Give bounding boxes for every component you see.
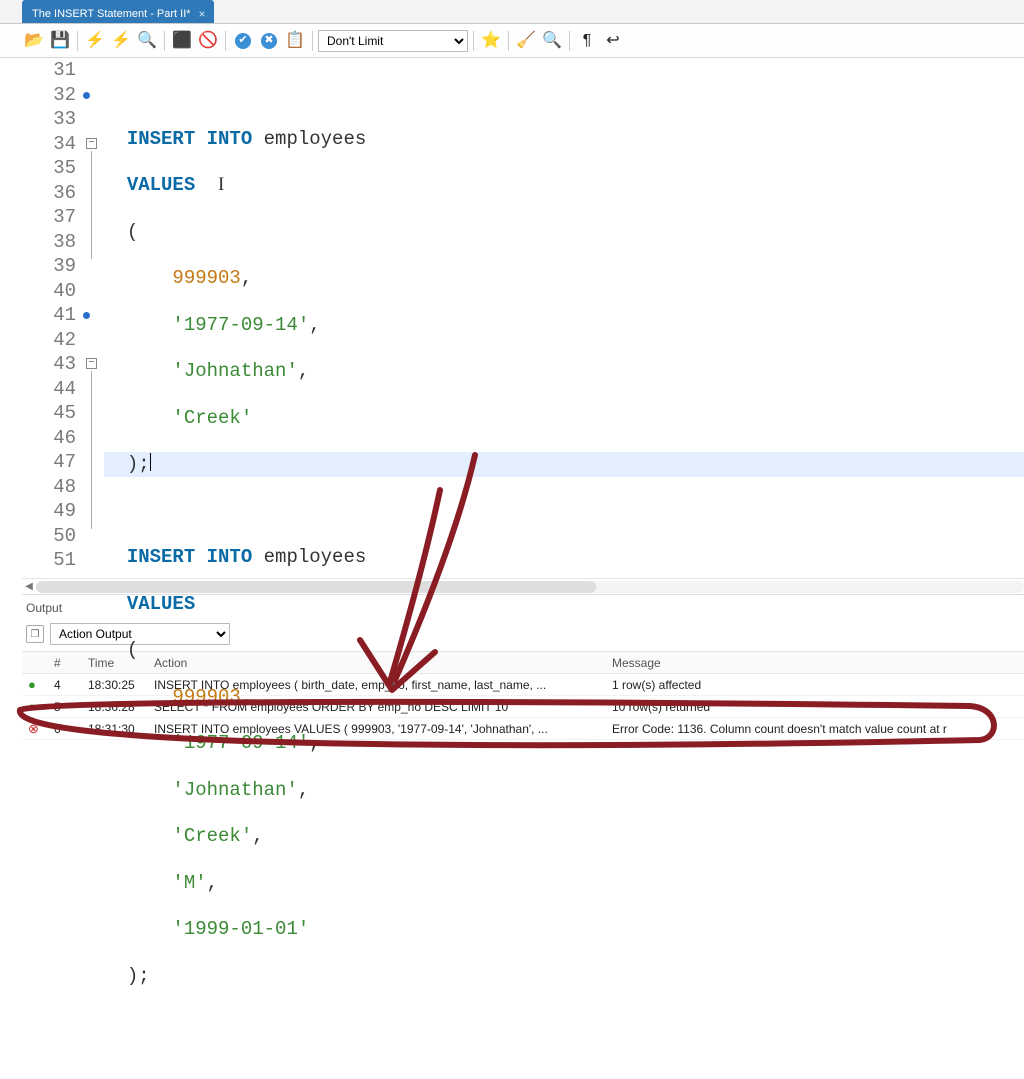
limit-select[interactable]: Don't Limit (318, 30, 468, 52)
line-number: 43 (22, 352, 76, 377)
line-number: 31 (22, 58, 76, 83)
save-button[interactable]: 💾 (48, 29, 72, 53)
folder-icon: 📂 (24, 33, 44, 49)
brush-icon: 🧹 (516, 33, 536, 49)
code-area[interactable]: INSERT INTO employees VALUES I ( 999903,… (104, 58, 1024, 578)
rollback-button[interactable]: ✖ (257, 29, 281, 53)
status-ok-icon: ● (22, 677, 48, 692)
scroll-thumb[interactable] (36, 581, 596, 593)
line-number: 34 (22, 132, 76, 157)
line-number: 48 (22, 475, 76, 500)
output-num: 4 (48, 678, 82, 692)
fold-toggle[interactable]: − (86, 358, 97, 369)
open-file-button[interactable]: 📂 (22, 29, 46, 53)
line-number: 32 (22, 83, 76, 108)
autocommit-icon: 📋 (285, 33, 305, 49)
sql-editor[interactable]: 31 32 33 34 35 36 37 38 39 40 41 42 43 4… (22, 58, 1024, 578)
line-number: 51 (22, 548, 76, 573)
line-number: 38 (22, 230, 76, 255)
line-number: 49 (22, 499, 76, 524)
line-number: 33 (22, 107, 76, 132)
fold-guide (91, 371, 92, 529)
line-number: 37 (22, 205, 76, 230)
star-icon: ⭐ (481, 33, 501, 49)
status-ok-icon: ● (22, 699, 48, 714)
pilcrow-icon: ¶ (583, 33, 592, 49)
search-button[interactable]: 🔍 (540, 29, 564, 53)
line-number: 46 (22, 426, 76, 451)
stop-on-error-button[interactable]: 🚫 (196, 29, 220, 53)
line-number-gutter: 31 32 33 34 35 36 37 38 39 40 41 42 43 4… (22, 58, 82, 578)
output-col-num: # (48, 656, 82, 670)
tab-bar: The INSERT Statement - Part II* × (0, 0, 1024, 24)
save-icon: 💾 (50, 33, 70, 49)
explain-button[interactable]: 🔍 (135, 29, 159, 53)
commit-button[interactable]: ✔ (231, 29, 255, 53)
fold-guide (91, 151, 92, 259)
autocommit-button[interactable]: 📋 (283, 29, 307, 53)
toolbar: 📂 💾 ⚡ ⚡ 🔍 ⬛ 🚫 ✔ ✖ 📋 Don't Limit ⭐ 🧹 🔍 ¶ … (0, 24, 1024, 58)
line-number: 44 (22, 377, 76, 402)
editor-tab[interactable]: The INSERT Statement - Part II* × (22, 0, 214, 23)
line-number: 41 (22, 303, 76, 328)
horizontal-scrollbar[interactable]: ◀ (22, 578, 1024, 594)
stop-icon: ⬛ (172, 33, 192, 49)
lightning-cursor-icon: ⚡ (111, 33, 131, 49)
line-number: 42 (22, 328, 76, 353)
scroll-track[interactable] (36, 581, 1024, 593)
execute-button[interactable]: ⚡ (83, 29, 107, 53)
output-num: 6 (48, 722, 82, 736)
magnify-lightning-icon: 🔍 (137, 33, 157, 49)
status-error-icon: ⊗ (22, 721, 48, 737)
output-num: 5 (48, 700, 82, 714)
invisible-chars-button[interactable]: ¶ (575, 29, 599, 53)
tab-title: The INSERT Statement - Part II* (32, 8, 191, 20)
stop-button[interactable]: ⬛ (170, 29, 194, 53)
cross-icon: ✖ (261, 33, 277, 49)
line-number: 40 (22, 279, 76, 304)
line-number: 47 (22, 450, 76, 475)
search-icon: 🔍 (542, 33, 562, 49)
beautify-button[interactable]: ⭐ (479, 29, 503, 53)
close-icon[interactable]: × (199, 7, 206, 21)
line-number: 36 (22, 181, 76, 206)
scroll-left-icon[interactable]: ◀ (22, 581, 36, 592)
line-number: 50 (22, 524, 76, 549)
lightning-icon: ⚡ (85, 33, 105, 49)
fold-column: − − (82, 58, 104, 578)
line-number: 35 (22, 156, 76, 181)
wrap-button[interactable]: ↩ (601, 29, 625, 53)
line-number: 39 (22, 254, 76, 279)
output-copy-icon[interactable]: ❐ (26, 625, 44, 643)
check-icon: ✔ (235, 33, 251, 49)
stop-error-icon: 🚫 (198, 33, 218, 49)
line-number: 45 (22, 401, 76, 426)
brush-button[interactable]: 🧹 (514, 29, 538, 53)
fold-toggle[interactable]: − (86, 138, 97, 149)
execute-current-button[interactable]: ⚡ (109, 29, 133, 53)
wrap-icon: ↩ (606, 33, 619, 49)
